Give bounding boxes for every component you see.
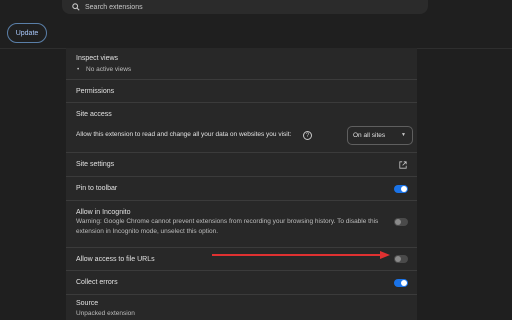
permissions-title: Permissions — [76, 88, 115, 95]
site-access-dropdown-value: On all sites — [353, 132, 386, 139]
incognito-row: Allow in Incognito Warning: Google Chrom… — [66, 201, 417, 248]
external-link-icon[interactable] — [399, 161, 407, 169]
red-arrow-annotation — [212, 251, 390, 259]
site-settings-row[interactable]: Site settings — [66, 153, 417, 177]
search-placeholder: Search extensions — [85, 3, 143, 11]
source-value: Unpacked extension — [76, 310, 135, 317]
site-access-title: Site access — [76, 111, 112, 118]
source-row: Source Unpacked extension — [66, 295, 417, 320]
permissions-row[interactable]: Permissions — [66, 80, 417, 103]
incognito-warning: Warning: Google Chrome cannot prevent ex… — [76, 218, 379, 235]
extension-details-page: Search extensions Update Inspect views •… — [0, 0, 512, 320]
bullet: • — [77, 66, 80, 73]
search-icon — [72, 3, 80, 11]
incognito-title: Allow in Incognito — [76, 209, 131, 216]
pin-to-toolbar-row: Pin to toolbar — [66, 177, 417, 201]
site-settings-title: Site settings — [76, 161, 115, 168]
inspect-views-row: Inspect views • No active views — [66, 48, 417, 80]
search-bar[interactable]: Search extensions — [62, 0, 428, 14]
update-button[interactable]: Update — [7, 23, 47, 43]
file-urls-toggle[interactable] — [394, 255, 408, 263]
inspect-views-value: No active views — [86, 66, 132, 73]
chevron-down-icon: ▼ — [401, 132, 406, 138]
source-title: Source — [76, 300, 99, 307]
site-access-description: Allow this extension to read and change … — [76, 131, 292, 138]
site-access-dropdown[interactable]: On all sites ▼ — [347, 126, 413, 145]
inspect-views-title: Inspect views — [76, 55, 119, 62]
pin-to-toolbar-title: Pin to toolbar — [76, 185, 118, 192]
extension-settings-card: Inspect views • No active views Permissi… — [66, 48, 417, 320]
collect-errors-title: Collect errors — [76, 279, 118, 286]
file-urls-title: Allow access to file URLs — [76, 256, 155, 263]
help-icon[interactable]: ? — [303, 131, 312, 140]
collect-errors-row: Collect errors — [66, 271, 417, 295]
pin-to-toolbar-toggle[interactable] — [394, 185, 408, 193]
site-access-row: Site access Allow this extension to read… — [66, 103, 417, 153]
incognito-toggle[interactable] — [394, 218, 408, 226]
collect-errors-toggle[interactable] — [394, 279, 408, 287]
